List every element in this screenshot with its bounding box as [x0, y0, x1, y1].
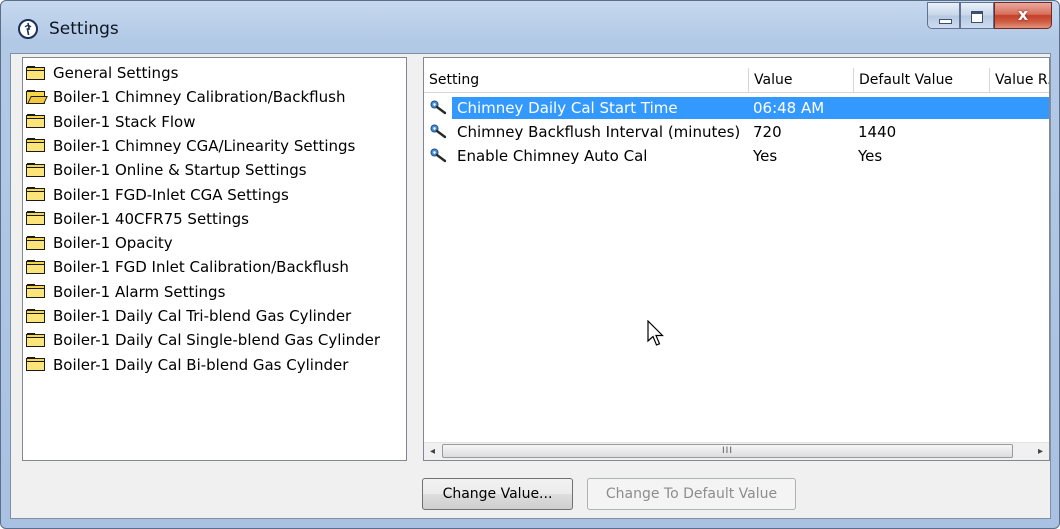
folder-icon — [26, 187, 46, 202]
client-area: General Settings Boiler-1 Chimney Calibra… — [10, 53, 1051, 519]
change-value-button[interactable]: Change Value... — [422, 478, 573, 510]
tree-item-label: Boiler-1 Daily Cal Tri-blend Gas Cylinde… — [53, 307, 352, 325]
list-row[interactable]: Chimney Daily Cal Start Time 06:48 AM — [424, 96, 1049, 120]
setting-value-cell: Yes — [753, 147, 778, 165]
tree-item-label: Boiler-1 Opacity — [53, 234, 173, 253]
wrench-icon — [430, 124, 447, 139]
settings-window: Settings x General Settings Boiler-1 Chim… — [0, 0, 1060, 529]
scroll-left-arrow-icon[interactable]: ◂ — [424, 443, 441, 460]
setting-name-cell: Enable Chimney Auto Cal — [457, 147, 648, 165]
title-bar[interactable]: Settings x — [1, 1, 1059, 53]
folder-icon — [26, 308, 46, 324]
setting-value-cell: 720 — [753, 123, 782, 141]
tree-item[interactable]: Boiler-1 Stack Flow — [26, 112, 196, 132]
folder-icon — [26, 235, 46, 251]
setting-value-cell: 06:48 AM — [753, 99, 825, 117]
folder-icon — [26, 284, 46, 299]
tree-item-label: Boiler-1 FGD Inlet Calibration/Backflush — [53, 258, 349, 277]
tree-item[interactable]: General Settings — [26, 63, 178, 83]
minimize-icon — [939, 19, 952, 24]
tree-item-label: Boiler-1 40CFR75 Settings — [53, 209, 249, 228]
wrench-icon — [430, 148, 447, 163]
folder-icon — [26, 259, 46, 275]
tree-item[interactable]: Boiler-1 40CFR75 Settings — [26, 209, 249, 229]
tree-item-label: Boiler-1 Chimney CGA/Linearity Settings — [53, 136, 356, 155]
tree-item[interactable]: Boiler-1 Chimney CGA/Linearity Settings — [26, 136, 355, 156]
default-value-cell: Yes — [858, 147, 883, 165]
tree-item[interactable]: Boiler-1 Daily Cal Tri-blend Gas Cylinde… — [26, 306, 351, 326]
folder-icon — [26, 138, 46, 153]
tree-item-label: Boiler-1 Online & Startup Settings — [53, 161, 307, 180]
tree-item-label: Boiler-1 Daily Cal Bi-blend Gas Cylinder — [53, 355, 349, 374]
tree-item[interactable]: Boiler-1 Daily Cal Single-blend Gas Cyli… — [26, 330, 380, 350]
list-row[interactable]: Enable Chimney Auto Cal Yes Yes — [424, 144, 1049, 168]
mouse-cursor-icon — [647, 320, 664, 346]
tree-item[interactable]: Boiler-1 Online & Startup Settings — [26, 160, 307, 180]
tree-item-label: Boiler-1 Stack Flow — [53, 112, 196, 131]
folder-icon — [26, 162, 46, 178]
maximize-button[interactable] — [960, 2, 994, 29]
tree-item[interactable]: Boiler-1 Daily Cal Bi-blend Gas Cylinder — [26, 355, 348, 375]
default-value-cell: 1440 — [858, 123, 897, 141]
tree-item[interactable]: Boiler-1 FGD Inlet Calibration/Backflush — [26, 257, 349, 277]
setting-name-cell: Chimney Daily Cal Start Time — [457, 99, 678, 117]
tree-item-label: Boiler-1 Alarm Settings — [53, 282, 226, 301]
folder-icon — [26, 211, 46, 226]
folder-icon — [26, 114, 46, 129]
folder-open-icon — [26, 89, 48, 105]
tree-item[interactable]: Boiler-1 Opacity — [26, 233, 173, 253]
folder-icon — [26, 332, 46, 348]
maximize-icon — [971, 11, 983, 23]
setting-name-cell: Chimney Backflush Interval (minutes) — [457, 123, 741, 141]
column-header-value[interactable]: Value — [749, 68, 854, 92]
window-title: Settings — [49, 19, 119, 39]
folder-icon — [26, 65, 46, 81]
list-header: Setting Value Default Value Value R... — [424, 68, 1049, 93]
caption-buttons: x — [927, 2, 1052, 30]
app-logo-icon[interactable] — [18, 19, 38, 39]
tree-item[interactable]: Boiler-1 Alarm Settings — [26, 282, 225, 302]
horizontal-scrollbar[interactable]: ◂ III ▸ — [424, 442, 1049, 460]
scrollbar-thumb[interactable]: III — [442, 444, 1013, 458]
wrench-icon — [430, 100, 447, 115]
settings-list[interactable]: Setting Value Default Value Value R... C… — [423, 57, 1050, 461]
tree-item-label: Boiler-1 FGD-Inlet CGA Settings — [53, 185, 289, 204]
tree-item[interactable]: Boiler-1 FGD-Inlet CGA Settings — [26, 185, 289, 205]
folder-icon — [26, 357, 46, 372]
close-button[interactable]: x — [994, 2, 1052, 29]
settings-category-tree[interactable]: General Settings Boiler-1 Chimney Calibra… — [22, 57, 407, 461]
column-header-value-range[interactable]: Value R... — [990, 68, 1049, 92]
tree-item-label: General Settings — [53, 64, 179, 82]
column-header-setting[interactable]: Setting — [424, 68, 749, 92]
close-icon: x — [1017, 5, 1029, 24]
change-to-default-value-button[interactable]: Change To Default Value — [587, 478, 796, 510]
list-row[interactable]: Chimney Backflush Interval (minutes) 720 1… — [424, 120, 1049, 144]
column-header-default-value[interactable]: Default Value — [854, 68, 990, 92]
minimize-button[interactable] — [927, 2, 960, 29]
tree-item[interactable]: Boiler-1 Chimney Calibration/Backflush — [26, 87, 345, 107]
tree-item-label: Boiler-1 Chimney Calibration/Backflush — [53, 88, 346, 107]
scroll-right-arrow-icon[interactable]: ▸ — [1032, 443, 1049, 460]
tree-item-label: Boiler-1 Daily Cal Single-blend Gas Cyli… — [53, 331, 381, 350]
